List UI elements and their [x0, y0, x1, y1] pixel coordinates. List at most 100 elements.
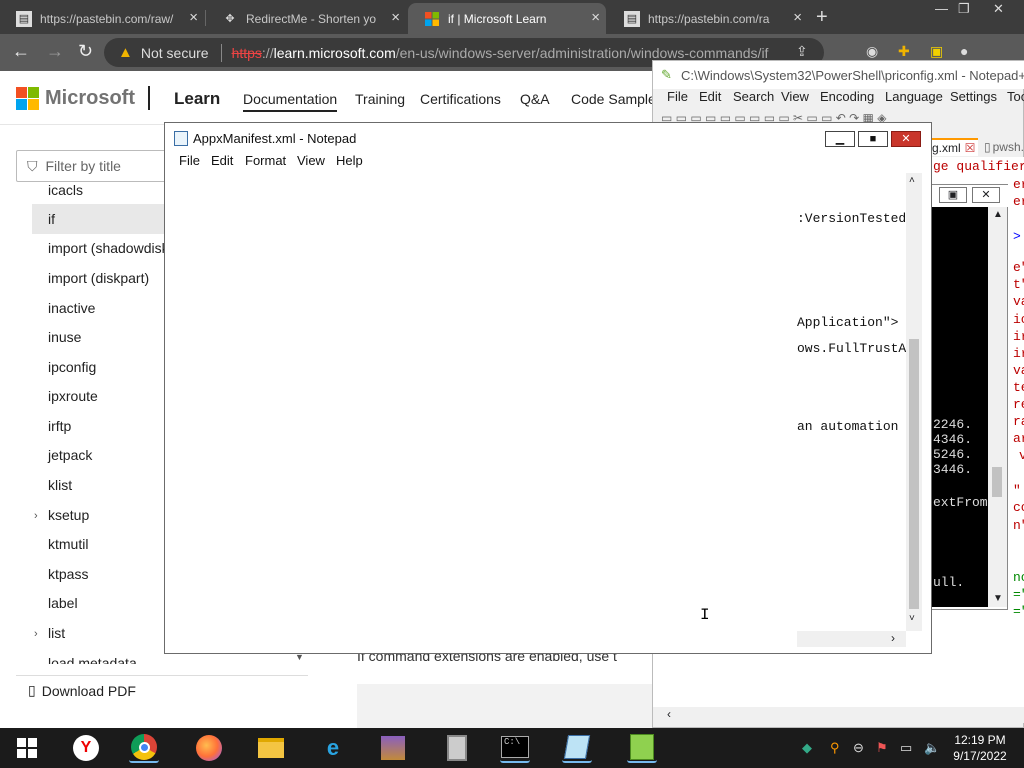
- security-status[interactable]: Not secure: [141, 45, 209, 61]
- toc-item-ktmutil[interactable]: ktmutil: [48, 536, 88, 552]
- close-icon[interactable]: ✕: [972, 187, 1000, 203]
- close-tab-icon[interactable]: ×: [793, 9, 802, 26]
- scroll-left-icon[interactable]: ‹: [667, 707, 671, 721]
- network-icon[interactable]: ▭: [900, 740, 912, 756]
- extension-icon[interactable]: ◉: [866, 43, 878, 60]
- nav-code-samples[interactable]: Code Samples: [571, 91, 663, 107]
- scroll-thumb[interactable]: [909, 339, 919, 609]
- calculator-icon[interactable]: [442, 733, 472, 763]
- internet-explorer-icon[interactable]: e: [318, 733, 348, 763]
- toc-item-klist[interactable]: klist: [48, 477, 72, 493]
- chrome-icon[interactable]: [129, 733, 159, 763]
- close-tab-icon[interactable]: ×: [391, 9, 400, 26]
- npp-menu-settings[interactable]: Settings: [950, 89, 997, 104]
- powershell-console[interactable]: 2246. 4346. 5246. 3446. extFrom ull.: [931, 207, 988, 607]
- notepad-hscrollbar[interactable]: ›: [797, 631, 906, 647]
- puzzle-icon[interactable]: ✚: [898, 43, 910, 60]
- brand-name[interactable]: Microsoft: [45, 87, 135, 110]
- toc-item-label[interactable]: label: [48, 595, 78, 611]
- close-tab-icon[interactable]: ×: [591, 9, 600, 26]
- new-tab-button[interactable]: +: [816, 6, 828, 29]
- np-menu-edit[interactable]: Edit: [211, 153, 233, 168]
- maximize-icon[interactable]: ▣: [939, 187, 967, 203]
- minimize-button[interactable]: ▁: [825, 131, 855, 147]
- chevron-right-icon[interactable]: ›: [34, 510, 38, 522]
- npp-menu-tools[interactable]: Too: [1007, 89, 1024, 104]
- sidebar-icon[interactable]: ▣: [930, 43, 943, 60]
- notepadpp-hscrollbar[interactable]: ‹: [653, 707, 1024, 723]
- np-menu-format[interactable]: Format: [245, 153, 286, 168]
- volume-icon[interactable]: 🔈: [924, 740, 940, 756]
- forward-button[interactable]: →: [46, 41, 64, 62]
- reload-button[interactable]: ↻: [78, 41, 93, 62]
- np-menu-file[interactable]: File: [179, 153, 200, 168]
- scroll-down-icon[interactable]: ▼: [993, 593, 1003, 604]
- np-menu-help[interactable]: Help: [336, 153, 363, 168]
- notepad-icon[interactable]: [562, 733, 592, 763]
- toc-item-load-metadata[interactable]: load metadata: [48, 655, 137, 664]
- clock[interactable]: 12:19 PM 9/17/2022: [946, 732, 1014, 764]
- nav-qa[interactable]: Q&A: [520, 91, 550, 107]
- microsoft-logo-icon[interactable]: [16, 87, 39, 110]
- toc-item-ipconfig[interactable]: ipconfig: [48, 359, 96, 375]
- browser-tab-redirectme[interactable]: ✥ RedirectMe - Shorten yo ×: [206, 3, 406, 34]
- toc-item-import-shadowdisk[interactable]: import (shadowdisk): [48, 240, 173, 256]
- npp-menu-view[interactable]: View: [781, 89, 809, 104]
- toc-item-ktpass[interactable]: ktpass: [48, 566, 88, 582]
- network-status-icon[interactable]: ◆: [802, 740, 812, 756]
- minimize-icon[interactable]: —: [935, 1, 948, 16]
- search-tray-icon[interactable]: ⚲: [830, 740, 840, 756]
- npp-menu-search[interactable]: Search: [733, 89, 774, 104]
- start-icon[interactable]: [12, 733, 42, 763]
- notepad-vscrollbar[interactable]: ˄ ˅: [906, 173, 922, 631]
- npp-menu-edit[interactable]: Edit: [699, 89, 721, 104]
- close-tab-icon[interactable]: ☒: [965, 141, 976, 155]
- close-button[interactable]: ✕: [891, 131, 921, 147]
- firefox-icon[interactable]: [194, 733, 224, 763]
- npp-menu-file[interactable]: File: [667, 89, 688, 104]
- scroll-up-icon[interactable]: ▲: [993, 209, 1003, 220]
- nav-training[interactable]: Training: [355, 91, 405, 107]
- flag-icon[interactable]: ⚑: [876, 740, 888, 756]
- download-pdf-button[interactable]: ▯ Download PDF: [16, 675, 308, 705]
- notepad-text-area[interactable]: :VersionTested Application"> ows.FullTru…: [165, 173, 931, 653]
- winrar-icon[interactable]: [378, 733, 408, 763]
- restore-icon[interactable]: ❐: [958, 1, 970, 17]
- nav-documentation[interactable]: Documentation: [243, 91, 338, 112]
- powershell-scrollbar[interactable]: ▲ ▼: [988, 207, 1007, 607]
- browser-tab-pastebin-1[interactable]: ▤ https://pastebin.com/raw/ ×: [0, 3, 204, 34]
- np-menu-view[interactable]: View: [297, 153, 325, 168]
- scroll-down-icon[interactable]: ˅: [909, 613, 915, 624]
- toc-item-ipxroute[interactable]: ipxroute: [48, 388, 98, 404]
- browser-tab-microsoft-learn[interactable]: if | Microsoft Learn ×: [408, 3, 606, 34]
- nav-certifications[interactable]: Certifications: [420, 91, 501, 107]
- cmd-icon[interactable]: C:\: [500, 733, 530, 763]
- notepadpp-titlebar[interactable]: ✎ C:\Windows\System32\PowerShell\priconf…: [653, 61, 1024, 89]
- back-button[interactable]: ←: [12, 41, 30, 62]
- toc-item-irftp[interactable]: irftp: [48, 418, 71, 434]
- share-icon[interactable]: ⇪: [796, 43, 808, 60]
- toc-item-inactive[interactable]: inactive: [48, 300, 95, 316]
- file-explorer-icon[interactable]: [256, 733, 286, 763]
- scroll-right-icon[interactable]: ›: [891, 631, 895, 645]
- profile-icon[interactable]: ●: [960, 43, 968, 59]
- toc-item-inuse[interactable]: inuse: [48, 329, 81, 345]
- toc-item-icacls[interactable]: icacls: [48, 182, 83, 198]
- toc-item-jetpack[interactable]: jetpack: [48, 447, 92, 463]
- scroll-up-icon[interactable]: ˄: [909, 175, 915, 186]
- npp-menu-encoding[interactable]: Encoding: [820, 89, 874, 104]
- block-icon[interactable]: ⊖: [853, 740, 864, 756]
- npp-tab-pwsh[interactable]: ▯ pwsh.x: [981, 138, 1024, 156]
- notepad-titlebar[interactable]: AppxManifest.xml - Notepad ▁ ■ ✕: [165, 123, 931, 153]
- powershell-titlebar[interactable]: — ▣ ✕: [931, 185, 1009, 207]
- scroll-thumb[interactable]: [992, 467, 1002, 497]
- maximize-button[interactable]: ■: [858, 131, 888, 147]
- notepadpp-icon[interactable]: [627, 733, 657, 763]
- close-tab-icon[interactable]: ×: [189, 9, 198, 26]
- chevron-right-icon[interactable]: ›: [34, 628, 38, 640]
- close-icon[interactable]: ✕: [993, 1, 1004, 17]
- npp-menu-language[interactable]: Language: [885, 89, 943, 104]
- browser-tab-pastebin-2[interactable]: ▤ https://pastebin.com/ra ×: [608, 3, 808, 34]
- toc-item-import-diskpart[interactable]: import (diskpart): [48, 270, 149, 286]
- product-name[interactable]: Learn: [174, 89, 220, 109]
